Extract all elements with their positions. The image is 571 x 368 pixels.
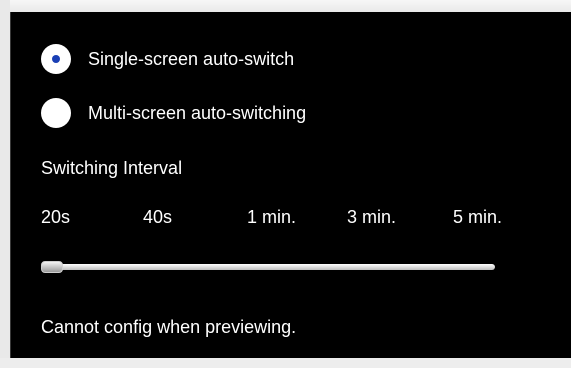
background-left-strip [0, 0, 10, 368]
interval-tick-1-min[interactable]: 1 min. [247, 207, 296, 228]
radio-label-single-screen: Single-screen auto-switch [88, 48, 295, 69]
radio-single-screen-auto-switch[interactable]: Single-screen auto-switch [41, 42, 294, 76]
radio-button-selected[interactable] [41, 44, 71, 74]
switching-interval-slider-track[interactable] [41, 264, 495, 270]
radio-selected-dot [52, 55, 60, 63]
interval-tick-40s[interactable]: 40s [143, 207, 172, 228]
background-top-strip [0, 0, 571, 12]
radio-button-unselected[interactable] [41, 98, 71, 128]
background-bottom-strip [0, 358, 571, 368]
interval-tick-3-min[interactable]: 3 min. [347, 207, 396, 228]
switching-interval-title: Switching Interval [41, 158, 183, 178]
interval-tick-20s[interactable]: 20s [41, 207, 70, 228]
radio-label-multi-screen: Multi-screen auto-switching [88, 102, 307, 123]
switching-interval-slider-thumb[interactable] [41, 261, 63, 273]
status-message: Cannot config when previewing. [41, 317, 297, 337]
auto-switch-settings-panel: Single-screen auto-switch Multi-screen a… [10, 12, 571, 358]
radio-multi-screen-auto-switching[interactable]: Multi-screen auto-switching [41, 96, 306, 130]
interval-tick-5-min[interactable]: 5 min. [453, 207, 502, 228]
